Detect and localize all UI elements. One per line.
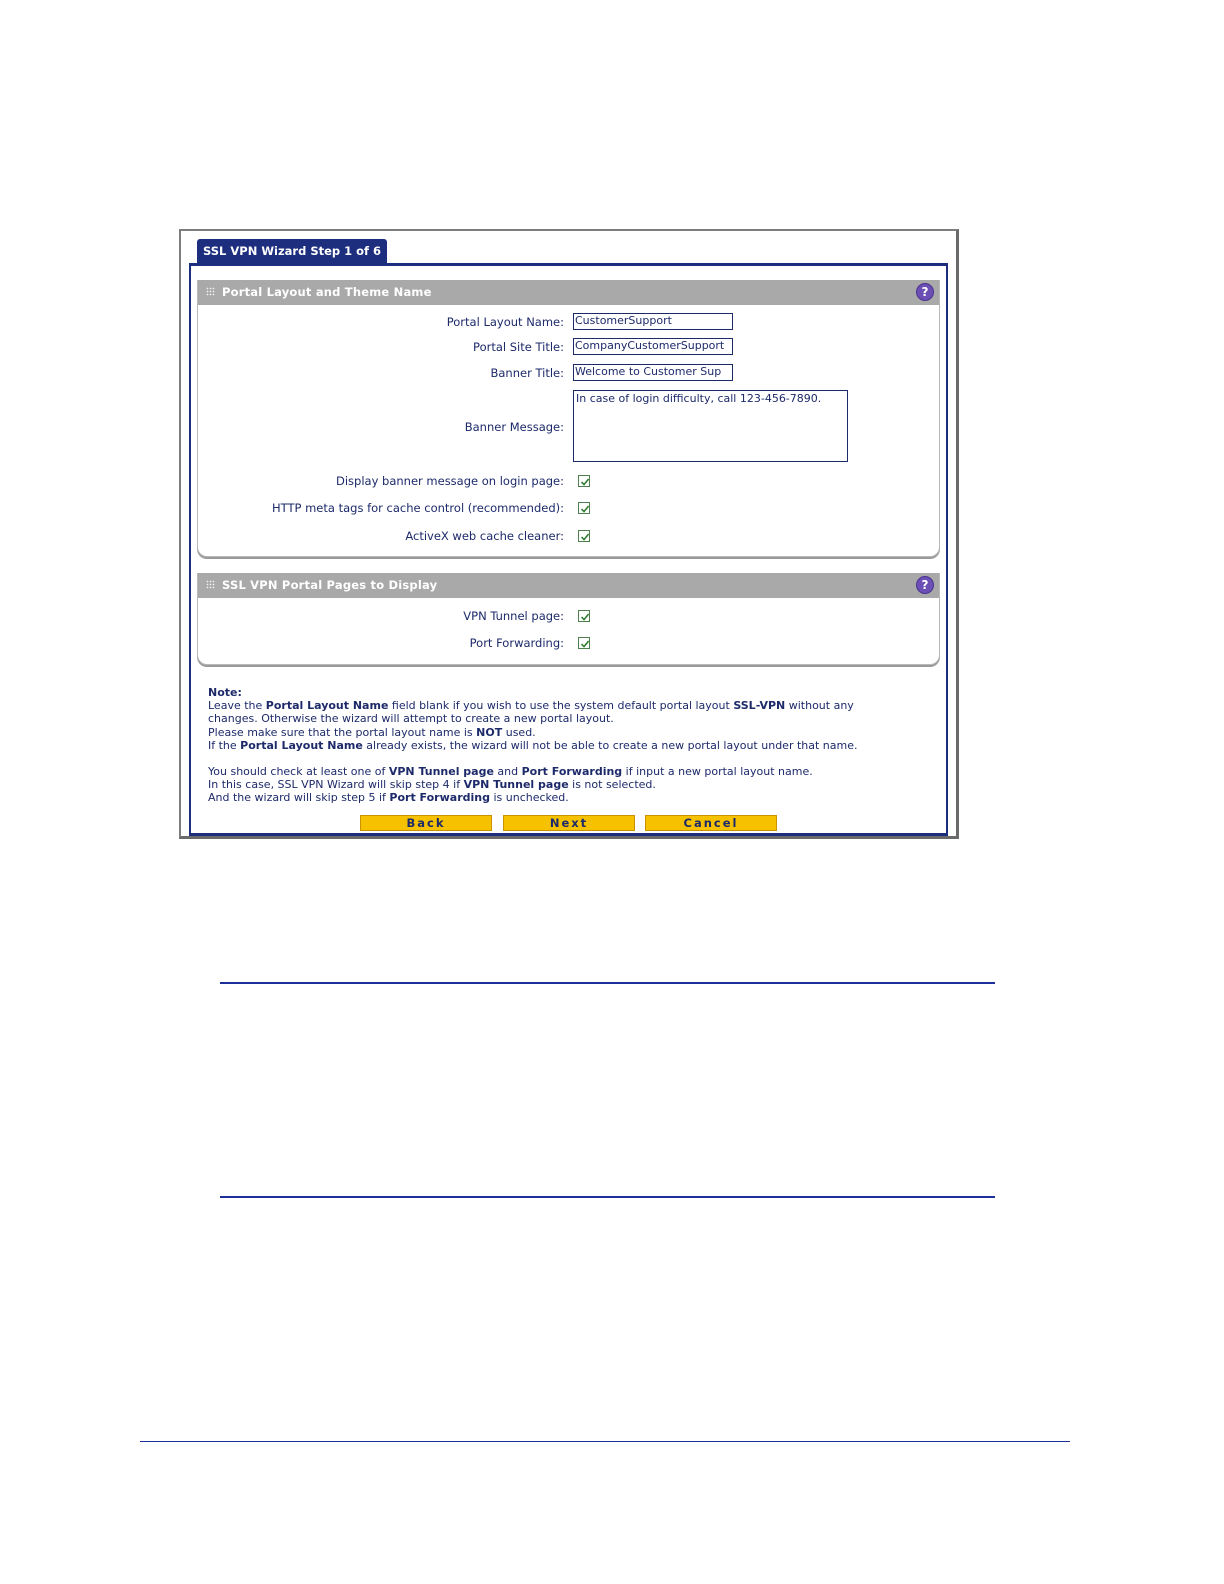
checkmark-icon [580, 640, 590, 648]
portal-layout-section-header: Portal Layout and Theme Name ? [198, 280, 939, 305]
portal-layout-section: Portal Layout and Theme Name ? Portal La… [197, 280, 940, 557]
drag-grip-icon [206, 287, 215, 296]
footer-rule [140, 1441, 1070, 1442]
wizard-window: SSL VPN Wizard Step 1 of 6 Portal Layout… [185, 235, 952, 836]
banner-title-input[interactable]: Welcome to Customer Sup [573, 364, 733, 381]
portal-site-title-label: Portal Site Title: [473, 340, 564, 354]
portal-layout-name-label: Portal Layout Name: [446, 315, 564, 329]
portal-pages-section: SSL VPN Portal Pages to Display ? VPN Tu… [197, 573, 940, 665]
wizard-note: Note: Leave the Portal Layout Name field… [208, 686, 928, 805]
port-forwarding-checkbox[interactable] [578, 637, 590, 649]
horizontal-rule [220, 1196, 995, 1198]
frame-left-border [189, 263, 191, 836]
checkmark-icon [580, 505, 590, 513]
checkmark-icon [580, 478, 590, 486]
section-title: SSL VPN Portal Pages to Display [222, 578, 438, 592]
http-meta-checkbox[interactable] [578, 502, 590, 514]
help-icon[interactable]: ? [916, 576, 934, 594]
frame-right-border [946, 263, 948, 836]
portal-layout-name-input[interactable]: CustomerSupport [573, 313, 733, 330]
frame-bottom-border [189, 833, 948, 836]
section-title: Portal Layout and Theme Name [222, 285, 432, 299]
tab-ssl-vpn-wizard[interactable]: SSL VPN Wizard Step 1 of 6 [197, 239, 388, 263]
horizontal-rule [220, 982, 995, 984]
banner-message-textarea[interactable]: In case of login difficulty, call 123-45… [573, 390, 848, 462]
port-forwarding-label: Port Forwarding: [469, 636, 564, 650]
checkmark-icon [580, 613, 590, 621]
portal-site-title-input[interactable]: CompanyCustomerSupport [573, 338, 733, 355]
activex-checkbox[interactable] [578, 530, 590, 542]
note-line: changes. Otherwise the wizard will attem… [208, 712, 614, 726]
tab-underline [189, 263, 948, 266]
next-button[interactable]: Next [503, 815, 635, 831]
help-icon[interactable]: ? [916, 283, 934, 301]
note-line: If the Portal Layout Name already exists… [208, 738, 858, 752]
cancel-button[interactable]: Cancel [645, 815, 777, 831]
note-line: Leave the Portal Layout Name field blank… [208, 699, 854, 713]
display-banner-checkbox[interactable] [578, 475, 590, 487]
note-heading: Note: [208, 686, 242, 699]
vpn-tunnel-checkbox[interactable] [578, 610, 590, 622]
note-line: Please make sure that the portal layout … [208, 725, 536, 739]
note-line: And the wizard will skip step 5 if Port … [208, 791, 569, 805]
wizard-screenshot: SSL VPN Wizard Step 1 of 6 Portal Layout… [179, 229, 959, 839]
banner-title-label: Banner Title: [490, 366, 565, 380]
activex-label: ActiveX web cache cleaner: [405, 529, 564, 543]
vpn-tunnel-label: VPN Tunnel page: [463, 609, 564, 623]
http-meta-label: HTTP meta tags for cache control (recomm… [272, 501, 564, 515]
display-banner-label: Display banner message on login page: [335, 474, 564, 488]
note-line: In this case, SSL VPN Wizard will skip s… [208, 778, 656, 792]
checkmark-icon [580, 533, 590, 541]
note-line: You should check at least one of VPN Tun… [208, 765, 813, 779]
banner-message-label: Banner Message: [464, 420, 564, 434]
drag-grip-icon [206, 580, 215, 589]
back-button[interactable]: Back [360, 815, 492, 831]
portal-pages-section-header: SSL VPN Portal Pages to Display ? [198, 573, 939, 598]
